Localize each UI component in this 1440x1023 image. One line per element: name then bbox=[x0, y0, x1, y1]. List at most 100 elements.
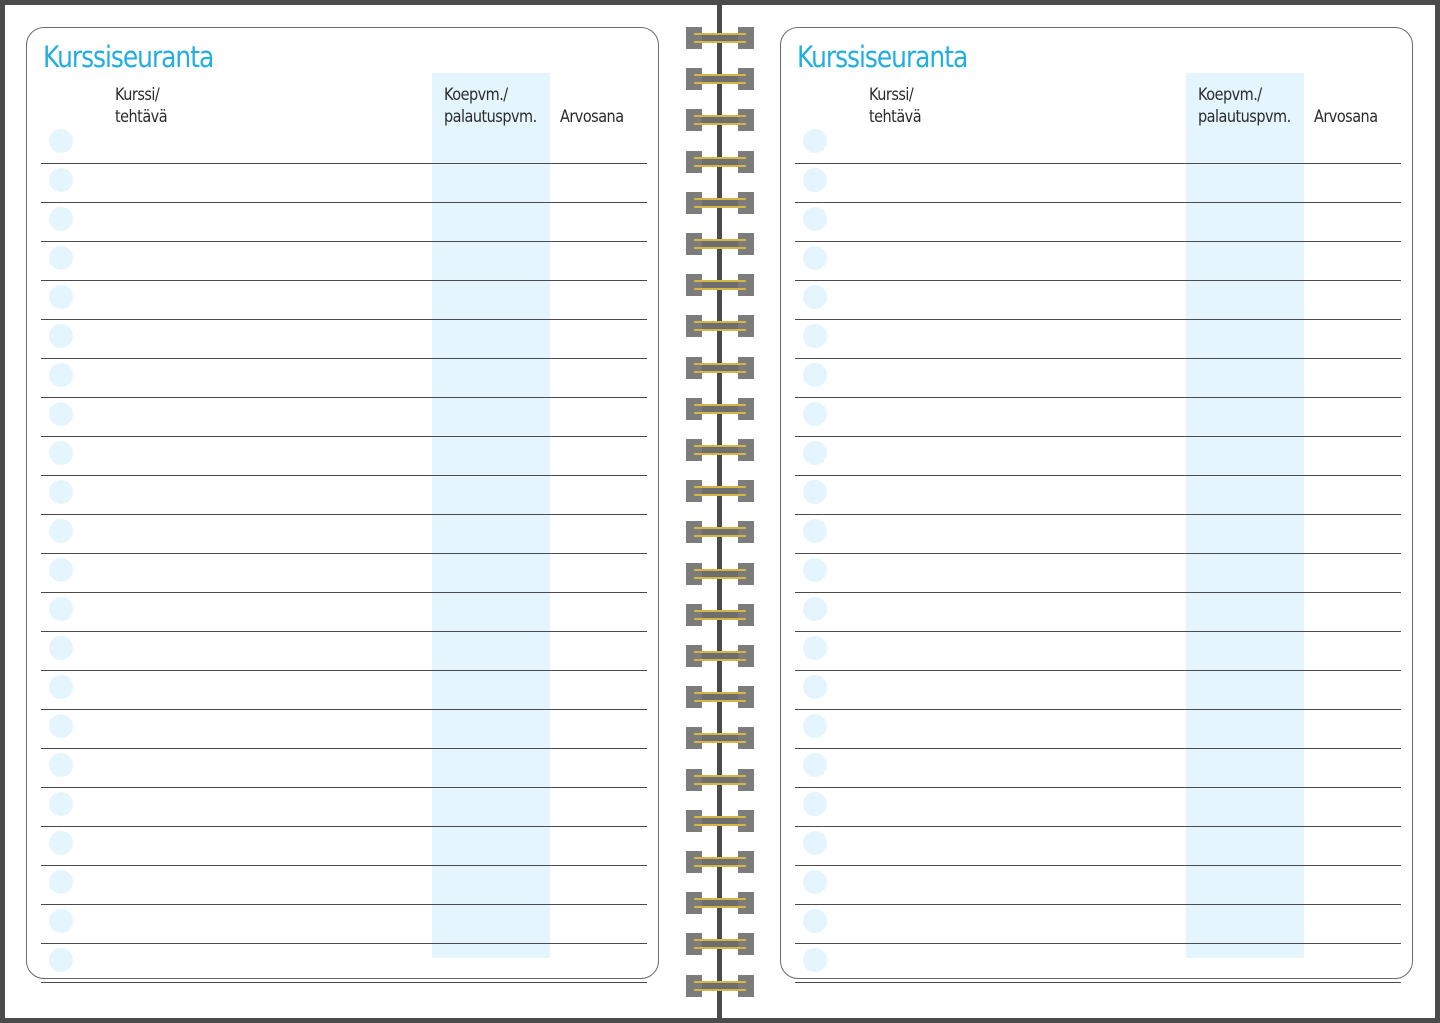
checkbox-circle[interactable] bbox=[803, 909, 827, 933]
checkbox-circle[interactable] bbox=[803, 402, 827, 426]
entry-row[interactable] bbox=[41, 905, 647, 944]
entry-row[interactable] bbox=[41, 944, 647, 983]
binding-ring bbox=[686, 274, 754, 296]
wire-loop bbox=[694, 989, 746, 991]
entry-row[interactable] bbox=[41, 710, 647, 749]
entry-row[interactable] bbox=[41, 827, 647, 866]
checkbox-circle[interactable] bbox=[49, 207, 73, 231]
checkbox-circle[interactable] bbox=[49, 636, 73, 660]
checkbox-circle[interactable] bbox=[49, 519, 73, 543]
checkbox-circle[interactable] bbox=[49, 870, 73, 894]
entry-row[interactable] bbox=[41, 164, 647, 203]
checkbox-circle[interactable] bbox=[49, 948, 73, 972]
entry-row[interactable] bbox=[41, 632, 647, 671]
entry-row[interactable] bbox=[41, 671, 647, 710]
entry-row[interactable] bbox=[795, 710, 1401, 749]
checkbox-circle[interactable] bbox=[803, 246, 827, 270]
checkbox-circle[interactable] bbox=[803, 363, 827, 387]
entry-row[interactable] bbox=[41, 554, 647, 593]
checkbox-circle[interactable] bbox=[803, 597, 827, 621]
entry-row[interactable] bbox=[41, 359, 647, 398]
checkbox-circle[interactable] bbox=[49, 675, 73, 699]
entry-row[interactable] bbox=[795, 164, 1401, 203]
entry-row[interactable] bbox=[41, 749, 647, 788]
checkbox-circle[interactable] bbox=[49, 129, 73, 153]
entry-row[interactable] bbox=[41, 437, 647, 476]
checkbox-circle[interactable] bbox=[49, 246, 73, 270]
checkbox-circle[interactable] bbox=[803, 870, 827, 894]
checkbox-circle[interactable] bbox=[803, 168, 827, 192]
entry-row[interactable] bbox=[795, 671, 1401, 710]
wire-loop bbox=[694, 939, 746, 941]
entry-row[interactable] bbox=[41, 515, 647, 554]
checkbox-circle[interactable] bbox=[49, 480, 73, 504]
entry-row[interactable] bbox=[795, 827, 1401, 866]
entry-row[interactable] bbox=[41, 203, 647, 242]
checkbox-circle[interactable] bbox=[803, 129, 827, 153]
entry-row[interactable] bbox=[41, 281, 647, 320]
wire-loop bbox=[694, 247, 746, 249]
entry-row[interactable] bbox=[41, 398, 647, 437]
entry-row[interactable] bbox=[795, 554, 1401, 593]
entry-row[interactable] bbox=[41, 125, 647, 164]
checkbox-circle[interactable] bbox=[49, 168, 73, 192]
entry-row[interactable] bbox=[795, 593, 1401, 632]
checkbox-circle[interactable] bbox=[803, 558, 827, 582]
entry-row[interactable] bbox=[41, 242, 647, 281]
checkbox-circle[interactable] bbox=[803, 285, 827, 309]
entry-row[interactable] bbox=[795, 632, 1401, 671]
checkbox-circle[interactable] bbox=[49, 831, 73, 855]
checkbox-circle[interactable] bbox=[803, 441, 827, 465]
checkbox-circle[interactable] bbox=[803, 948, 827, 972]
entry-row[interactable] bbox=[795, 905, 1401, 944]
checkbox-circle[interactable] bbox=[49, 909, 73, 933]
checkbox-circle[interactable] bbox=[803, 753, 827, 777]
entry-row[interactable] bbox=[795, 515, 1401, 554]
checkbox-circle[interactable] bbox=[49, 363, 73, 387]
checkbox-circle[interactable] bbox=[49, 441, 73, 465]
wire-loop bbox=[694, 700, 746, 702]
checkbox-circle[interactable] bbox=[49, 753, 73, 777]
wire-loop bbox=[694, 865, 746, 867]
entry-row[interactable] bbox=[795, 788, 1401, 827]
entry-row[interactable] bbox=[795, 749, 1401, 788]
checkbox-circle[interactable] bbox=[803, 675, 827, 699]
checkbox-circle[interactable] bbox=[49, 324, 73, 348]
checkbox-circle[interactable] bbox=[49, 792, 73, 816]
checkbox-circle[interactable] bbox=[803, 324, 827, 348]
checkbox-circle[interactable] bbox=[49, 285, 73, 309]
entry-row[interactable] bbox=[41, 593, 647, 632]
checkbox-circle[interactable] bbox=[803, 480, 827, 504]
entry-row[interactable] bbox=[795, 125, 1401, 164]
checkbox-circle[interactable] bbox=[49, 558, 73, 582]
entry-row[interactable] bbox=[41, 788, 647, 827]
entry-row[interactable] bbox=[41, 320, 647, 359]
entry-row[interactable] bbox=[795, 398, 1401, 437]
entry-row[interactable] bbox=[795, 242, 1401, 281]
entry-row[interactable] bbox=[795, 866, 1401, 905]
checkbox-circle[interactable] bbox=[49, 597, 73, 621]
checkbox-circle[interactable] bbox=[803, 831, 827, 855]
wire-loop bbox=[694, 741, 746, 743]
entry-row[interactable] bbox=[795, 281, 1401, 320]
entry-row[interactable] bbox=[795, 437, 1401, 476]
entry-row[interactable] bbox=[41, 476, 647, 515]
checkbox-circle[interactable] bbox=[803, 207, 827, 231]
checkbox-circle[interactable] bbox=[803, 714, 827, 738]
entry-row[interactable] bbox=[795, 476, 1401, 515]
entry-row[interactable] bbox=[795, 359, 1401, 398]
checkbox-circle[interactable] bbox=[803, 636, 827, 660]
checkbox-circle[interactable] bbox=[49, 714, 73, 738]
checkbox-circle[interactable] bbox=[803, 792, 827, 816]
left-page: Kurssiseuranta Kurssi/ tehtävä Koepvm./ … bbox=[26, 27, 659, 983]
binding-ring bbox=[686, 645, 754, 667]
ring-hole-left bbox=[686, 68, 702, 90]
entry-row[interactable] bbox=[795, 203, 1401, 242]
checkbox-circle[interactable] bbox=[803, 519, 827, 543]
entry-row[interactable] bbox=[795, 944, 1401, 983]
ring-hole-left bbox=[686, 192, 702, 214]
wire-loop bbox=[694, 288, 746, 290]
entry-row[interactable] bbox=[795, 320, 1401, 359]
checkbox-circle[interactable] bbox=[49, 402, 73, 426]
entry-row[interactable] bbox=[41, 866, 647, 905]
